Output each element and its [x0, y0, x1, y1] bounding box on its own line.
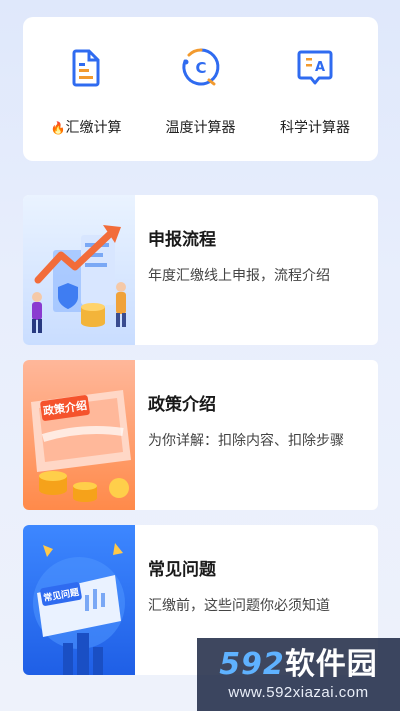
policy-card-illustration: 政策介绍 [23, 360, 135, 510]
site-watermark: 592软件园 www.592xiazai.com [197, 638, 400, 711]
feature-description: 为你详解：扣除内容、扣除步骤 [148, 433, 344, 449]
feature-policy-intro[interactable]: 政策介绍 政策介绍 为你详解：扣除内容、扣除步骤 [23, 360, 378, 510]
thermometer-c-icon: C [181, 48, 219, 86]
tool-temperature-calc[interactable]: C 温度计算器 [146, 17, 256, 161]
fire-icon: 🔥 [50, 121, 66, 135]
feature-title: 申报流程 [148, 230, 216, 250]
growth-chart-illustration [23, 195, 135, 345]
feature-description: 汇缴前，这些问题你必须知道 [148, 598, 330, 614]
feature-description: 年度汇缴线上申报，流程介绍 [148, 268, 330, 284]
feature-filing-process[interactable]: 申报流程 年度汇缴线上申报，流程介绍 [23, 195, 378, 345]
watermark-brand: 592软件园 [219, 647, 378, 682]
tools-card: 🔥汇缴计算 C 温度计算器 A 科学计算器 [23, 17, 378, 161]
svg-text:A: A [315, 60, 325, 75]
watermark-url: www.592xiazai.com [228, 684, 369, 701]
tool-label: 温度计算器 [165, 120, 236, 136]
tool-science-calc[interactable]: A 科学计算器 [260, 17, 370, 161]
faq-card-illustration: 常见问题 [23, 525, 135, 675]
document-icon [72, 49, 100, 87]
svg-text:C: C [195, 59, 206, 77]
tool-label: 科学计算器 [280, 120, 350, 136]
feature-title: 政策介绍 [148, 395, 216, 415]
tool-tax-calc[interactable]: 🔥汇缴计算 [31, 17, 141, 161]
tool-label: 汇缴计算 [65, 120, 122, 136]
feature-title: 常见问题 [148, 560, 216, 580]
calculator-a-icon: A [297, 50, 333, 85]
